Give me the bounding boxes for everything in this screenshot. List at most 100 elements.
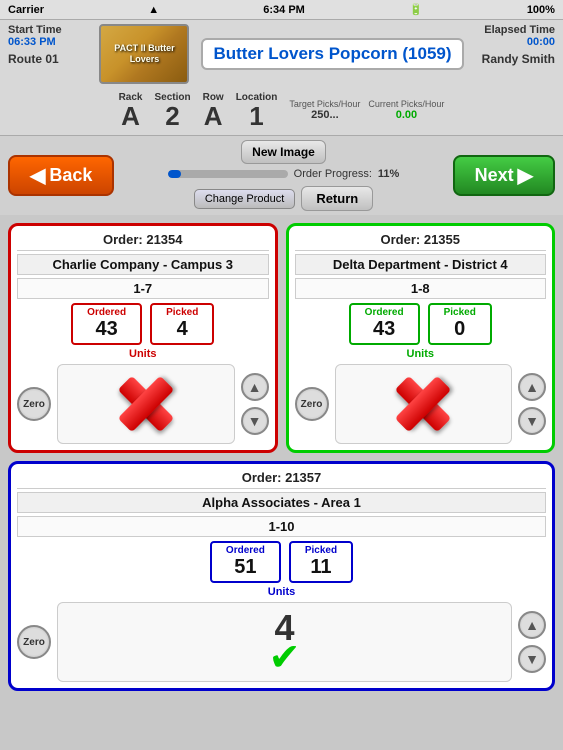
picked-value-red: 4 — [166, 318, 198, 341]
order-blue-company: Alpha Associates - Area 1 — [17, 492, 546, 513]
order-red-company: Charlie Company - Campus 3 — [17, 254, 269, 275]
order-progress-value: 11% — [378, 168, 399, 180]
elapsed-time-label: Elapsed Time — [484, 24, 555, 36]
next-button[interactable]: Next ▶ — [453, 155, 555, 196]
order-red-counts: Ordered 43 Picked 4 — [17, 303, 269, 345]
center-nav: New Image Order Progress: 11% Change Pro… — [168, 140, 400, 211]
picked-value-green: 0 — [444, 318, 476, 341]
route-value: Route 01 — [8, 52, 59, 66]
card-image-blue: 4 ✔ — [57, 602, 512, 682]
order-card-green: Order: 21355 Delta Department - District… — [286, 223, 556, 453]
action-row-blue: Zero 4 ✔ ▲ ▼ — [17, 602, 546, 682]
order-blue-counts: Ordered 51 Picked 11 — [17, 541, 546, 583]
ordered-value-blue: 51 — [226, 556, 265, 579]
card-image-green — [335, 364, 513, 444]
zero-button-red[interactable]: Zero — [17, 387, 51, 421]
current-picks-cell: Current Picks/Hour 0.00 — [368, 100, 444, 122]
units-label-red: Units — [17, 348, 269, 360]
change-product-button[interactable]: Change Product — [194, 189, 296, 209]
picked-box-green: Picked 0 — [428, 303, 492, 345]
ordered-label-green: Ordered — [365, 307, 404, 318]
order-card-blue: Order: 21357 Alpha Associates - Area 1 1… — [8, 461, 555, 691]
order-green-counts: Ordered 43 Picked 0 — [295, 303, 547, 345]
action-row-red: Zero ▲ ▼ — [17, 364, 269, 444]
product-title: Butter Lovers Popcorn (1059) — [201, 38, 463, 70]
back-arrow-icon: ◀ — [30, 163, 45, 188]
top-header: Start Time 06:33 PM Route 01 PACT II But… — [0, 20, 563, 136]
picked-box-blue: Picked 11 — [289, 541, 353, 583]
status-time: 6:34 PM — [263, 4, 305, 16]
section-cell: Section 2 — [154, 92, 190, 129]
product-image: PACT II Butter Lovers — [99, 24, 189, 84]
up-down-blue: ▲ ▼ — [518, 611, 546, 673]
down-button-red[interactable]: ▼ — [241, 407, 269, 435]
down-button-green[interactable]: ▼ — [518, 407, 546, 435]
section-value: 2 — [154, 103, 190, 129]
up-button-blue[interactable]: ▲ — [518, 611, 546, 639]
ordered-box-red: Ordered 43 — [71, 303, 142, 345]
row-value: A — [203, 103, 224, 129]
order-green-title: Order: 21355 — [295, 232, 547, 251]
order-progress-label: Order Progress: — [294, 168, 372, 180]
elapsed-time-value: 00:00 — [527, 36, 555, 48]
row-cell: Row A — [203, 92, 224, 129]
progress-bar-fill — [168, 170, 181, 178]
check-number: 4 — [274, 607, 294, 649]
units-label-green: Units — [295, 348, 547, 360]
up-button-red[interactable]: ▲ — [241, 373, 269, 401]
progress-row — [168, 170, 288, 178]
order-card-red: Order: 21354 Charlie Company - Campus 3 … — [8, 223, 278, 453]
up-button-green[interactable]: ▲ — [518, 373, 546, 401]
back-button[interactable]: ◀ Back — [8, 155, 114, 196]
up-down-red: ▲ ▼ — [241, 373, 269, 435]
down-button-blue[interactable]: ▼ — [518, 645, 546, 673]
zero-button-blue[interactable]: Zero — [17, 625, 51, 659]
target-picks-value: 250... — [289, 109, 360, 121]
location-value: 1 — [236, 103, 278, 129]
ordered-value-green: 43 — [365, 318, 404, 341]
picked-label-red: Picked — [166, 307, 198, 318]
order-blue-title: Order: 21357 — [17, 470, 546, 489]
target-picks-label: Target Picks/Hour — [289, 100, 360, 110]
nav-row: ◀ Back New Image Order Progress: 11% Cha… — [0, 136, 563, 215]
start-time-value: 06:33 PM — [8, 36, 56, 48]
battery-level: 100% — [527, 4, 555, 16]
new-image-button[interactable]: New Image — [241, 140, 326, 164]
order-red-slot: 1-7 — [17, 278, 269, 299]
location-cell: Location 1 — [236, 92, 278, 129]
ordered-box-green: Ordered 43 — [349, 303, 420, 345]
ordered-label-blue: Ordered — [226, 545, 265, 556]
rack-cell: Rack A — [119, 92, 143, 129]
ordered-label-red: Ordered — [87, 307, 126, 318]
header-left-info: Start Time 06:33 PM Route 01 — [8, 24, 98, 66]
order-red-title: Order: 21354 — [17, 232, 269, 251]
picked-box-red: Picked 4 — [150, 303, 214, 345]
order-blue-slot: 1-10 — [17, 516, 546, 537]
ordered-value-red: 43 — [87, 318, 126, 341]
cards-grid: Order: 21354 Charlie Company - Campus 3 … — [0, 215, 563, 699]
status-bar: Carrier ▲ 6:34 PM 🔋 100% — [0, 0, 563, 20]
units-label-blue: Units — [17, 586, 546, 598]
rack-row: Rack A Section 2 Row A Location 1 T — [119, 92, 445, 129]
start-time-label: Start Time — [8, 24, 62, 36]
return-button[interactable]: Return — [301, 186, 373, 211]
next-arrow-icon: ▶ — [518, 163, 533, 188]
red-x-icon-green — [393, 374, 453, 434]
ordered-box-blue: Ordered 51 — [210, 541, 281, 583]
progress-bar-background — [168, 170, 288, 178]
carrier-label: Carrier — [8, 4, 44, 16]
current-picks-value: 0.00 — [368, 109, 444, 121]
green-check-display: 4 ✔ — [250, 607, 320, 677]
order-green-company: Delta Department - District 4 — [295, 254, 547, 275]
wifi-icon: ▲ — [148, 4, 159, 16]
current-picks-label: Current Picks/Hour — [368, 100, 444, 110]
picks-row: Target Picks/Hour 250... Current Picks/H… — [289, 100, 444, 122]
next-label: Next — [475, 165, 514, 186]
picked-label-blue: Picked — [305, 545, 337, 556]
zero-button-green[interactable]: Zero — [295, 387, 329, 421]
red-x-icon — [116, 374, 176, 434]
back-label: Back — [49, 165, 92, 186]
header-right-info: Elapsed Time 00:00 Randy Smith — [465, 24, 555, 66]
product-image-text: PACT II Butter Lovers — [101, 43, 187, 65]
driver-name: Randy Smith — [482, 52, 555, 66]
